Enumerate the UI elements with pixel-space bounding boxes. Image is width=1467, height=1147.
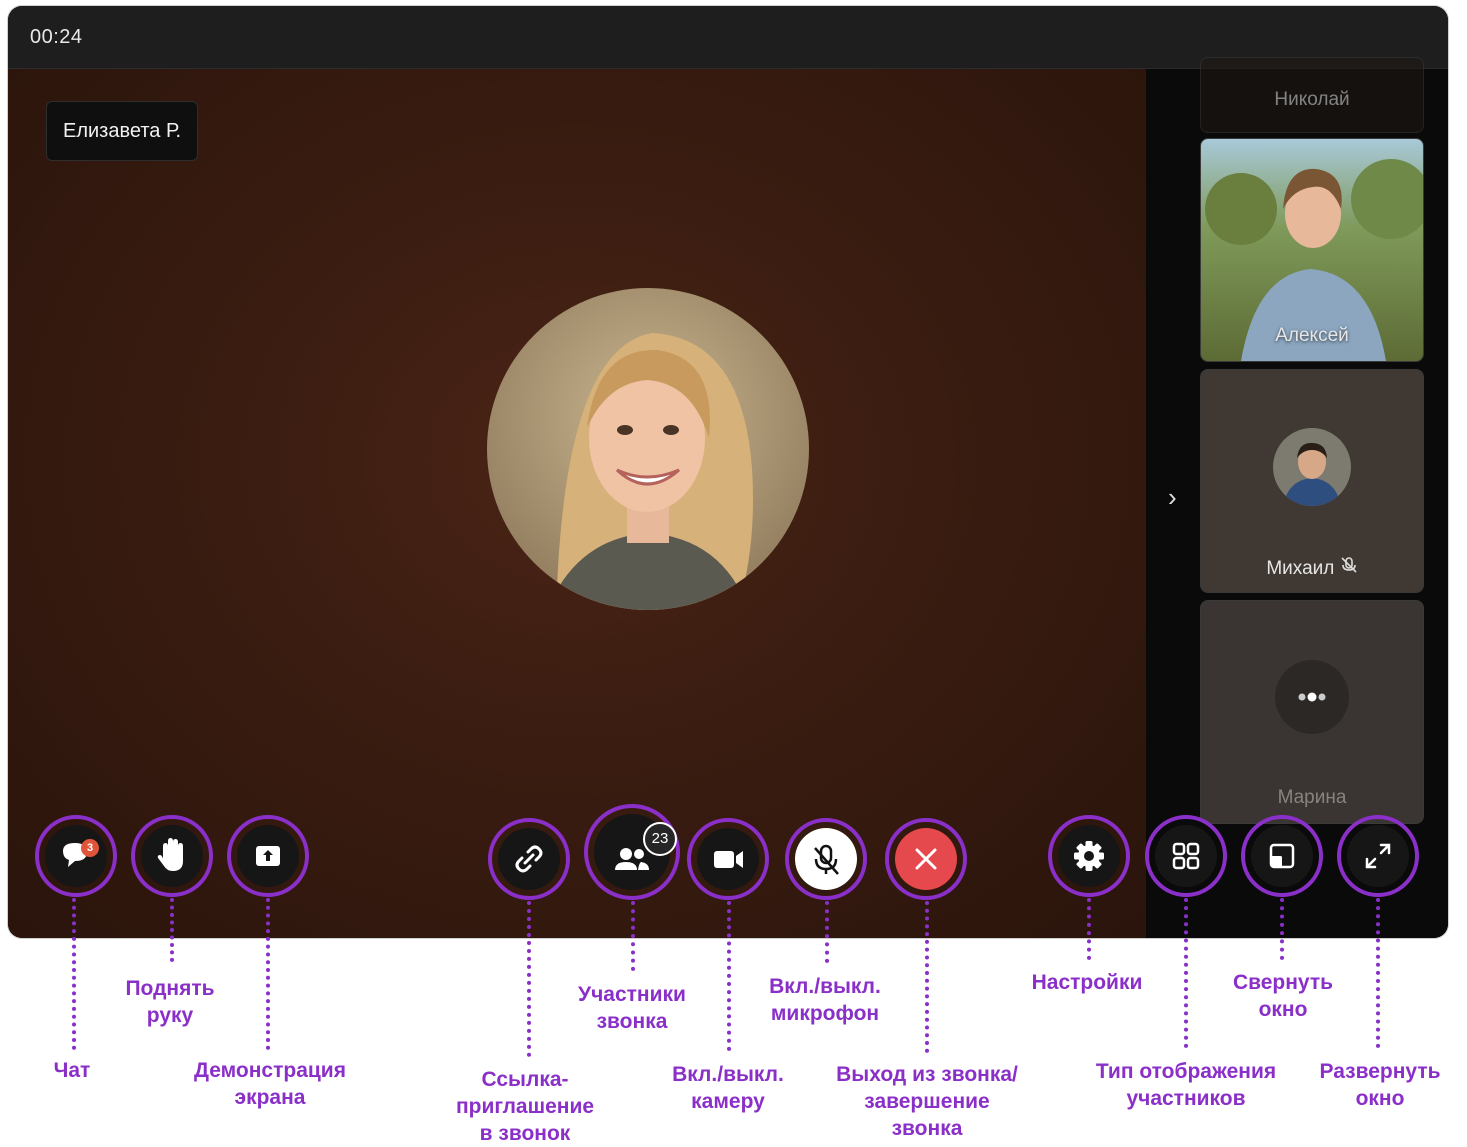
participants-sidebar: › Николай Алексей Михаил Марина — [1146, 57, 1448, 938]
participant-tile[interactable]: Марина — [1200, 600, 1424, 824]
annotation-line — [825, 901, 829, 963]
label-invite-link: Ссылка- приглашение в звонок — [455, 1068, 595, 1145]
main-stage: Елизавета Р. — [8, 69, 1146, 938]
invite-link-button[interactable] — [488, 818, 570, 900]
microphone-toggle-button[interactable] — [785, 818, 867, 900]
label-screen-share: Демонстрация экрана — [194, 1059, 346, 1109]
label-leave-call: Выход из звонка/ завершение звонка — [836, 1063, 1018, 1140]
maximize-window-button[interactable] — [1337, 815, 1419, 897]
screen-share-button[interactable] — [227, 815, 309, 897]
label-maximize: Развернуть окно — [1319, 1060, 1441, 1110]
annotation-line — [266, 898, 270, 1050]
minimize-icon — [1251, 825, 1313, 887]
mic-off-icon — [1340, 557, 1358, 579]
participant-tile[interactable]: Алексей — [1200, 138, 1424, 362]
label-participants: Участники звонка — [578, 983, 686, 1033]
annotation-line — [72, 898, 76, 1050]
participants-button[interactable]: 23 — [584, 804, 680, 900]
close-icon — [895, 828, 957, 890]
participants-count-badge: 23 — [643, 822, 677, 856]
mic-off-icon — [795, 828, 857, 890]
label-microphone: Вкл./выкл. микрофон — [769, 975, 881, 1025]
participant-avatar — [1273, 428, 1351, 506]
raise-hand-button[interactable] — [131, 815, 213, 897]
participant-name: Алексей — [1275, 325, 1349, 346]
annotation-line — [170, 898, 174, 962]
chat-icon — [45, 825, 107, 887]
label-chat: Чат — [53, 1059, 91, 1082]
speaker-name-label: Елизавета Р. — [46, 101, 199, 161]
label-settings: Настройки — [1031, 971, 1143, 994]
annotation-line — [1087, 898, 1091, 960]
call-timer: 00:24 — [30, 26, 83, 48]
participant-name: Николай — [1274, 89, 1350, 110]
connecting-indicator — [1275, 660, 1349, 734]
participant-tile[interactable]: Михаил — [1200, 369, 1424, 593]
expand-icon — [1347, 825, 1409, 887]
minimize-window-button[interactable] — [1241, 815, 1323, 897]
participant-name: Михаил — [1266, 558, 1335, 579]
link-icon — [498, 828, 560, 890]
settings-button[interactable] — [1048, 815, 1130, 897]
annotation-line — [1184, 898, 1188, 1048]
participant-name: Марина — [1277, 787, 1347, 808]
label-raise-hand: Поднять руку — [125, 977, 215, 1027]
grid-icon — [1155, 825, 1217, 887]
participant-name-row: Михаил — [1201, 556, 1423, 580]
chat-unread-badge: 3 — [81, 839, 99, 857]
annotation-line — [1280, 898, 1284, 960]
annotation-line — [925, 901, 929, 1053]
annotation-line — [527, 901, 531, 1057]
annotation-line — [727, 901, 731, 1051]
share-screen-icon — [237, 825, 299, 887]
call-window: 00:24 Елизавета Р. › Николай Алексей Мих… — [8, 6, 1448, 938]
annotation-line — [1376, 898, 1380, 1048]
label-minimize: Свернуть окно — [1232, 971, 1334, 1021]
camera-icon — [697, 828, 759, 890]
participant-tile[interactable]: Николай — [1200, 57, 1424, 133]
end-call-button[interactable] — [885, 818, 967, 900]
speaker-avatar — [487, 288, 809, 610]
hand-icon — [141, 825, 203, 887]
label-camera: Вкл./выкл. камеру — [672, 1063, 784, 1113]
chat-button[interactable]: 3 — [35, 815, 117, 897]
layout-type-button[interactable] — [1145, 815, 1227, 897]
chevron-right-icon[interactable]: › — [1168, 482, 1177, 513]
label-layout-type: Тип отображения участников — [1095, 1060, 1277, 1110]
camera-toggle-button[interactable] — [687, 818, 769, 900]
annotation-line — [631, 901, 635, 971]
gear-icon — [1058, 825, 1120, 887]
